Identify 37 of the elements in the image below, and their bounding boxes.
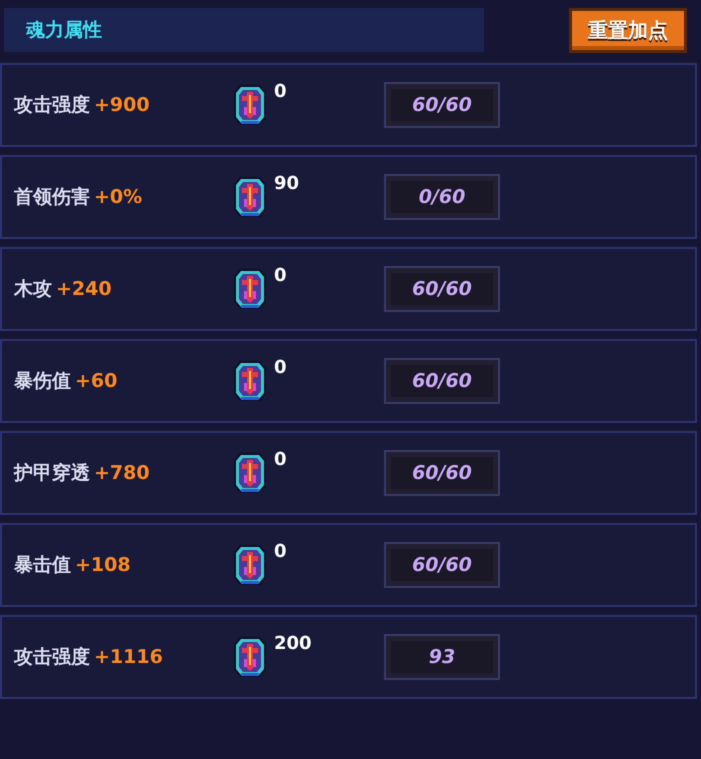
attribute-bonus: +0% bbox=[94, 186, 142, 208]
attribute-bonus: +108 bbox=[75, 554, 131, 576]
attribute-bonus: +780 bbox=[94, 462, 150, 484]
crystal-cost: 200 bbox=[273, 633, 313, 654]
crystal-icon bbox=[232, 635, 268, 679]
progress-counter: 0/60 bbox=[384, 174, 500, 220]
attribute-name: 木攻 bbox=[14, 277, 52, 302]
progress-counter: 60/60 bbox=[384, 82, 500, 128]
attribute-name: 攻击强度 bbox=[14, 645, 90, 670]
crystal-icon bbox=[232, 543, 268, 587]
crystal-icon bbox=[232, 451, 268, 495]
crystal-icon bbox=[232, 83, 268, 127]
panel-title: 魂力属性 bbox=[26, 18, 102, 43]
attribute-name: 暴击值 bbox=[14, 553, 71, 578]
progress-counter: 60/60 bbox=[384, 266, 500, 312]
progress-counter: 60/60 bbox=[384, 450, 500, 496]
attribute-bonus: +60 bbox=[75, 370, 118, 392]
attribute-name: 护甲穿透 bbox=[14, 461, 90, 486]
crystal-icon bbox=[232, 175, 268, 219]
attribute-name: 暴伤值 bbox=[14, 369, 71, 394]
crystal-cost: 0 bbox=[273, 357, 288, 378]
crystal-icon bbox=[232, 267, 268, 311]
crystal-cost: 0 bbox=[273, 541, 288, 562]
attribute-bonus: +1116 bbox=[94, 646, 163, 668]
attribute-name: 攻击强度 bbox=[14, 93, 90, 118]
progress-counter: 60/60 bbox=[384, 358, 500, 404]
crystal-cost: 90 bbox=[273, 173, 300, 194]
attribute-bonus: +900 bbox=[94, 94, 150, 116]
progress-counter: 60/60 bbox=[384, 542, 500, 588]
crystal-icon bbox=[232, 359, 268, 403]
crystal-cost: 0 bbox=[273, 81, 288, 102]
crystal-cost: 0 bbox=[273, 265, 288, 286]
attribute-name: 首领伤害 bbox=[14, 185, 90, 210]
attribute-bonus: +240 bbox=[56, 278, 112, 300]
progress-counter: 93 bbox=[384, 634, 500, 680]
crystal-cost: 0 bbox=[273, 449, 288, 470]
reset-points-button[interactable]: 重置加点 bbox=[569, 8, 687, 52]
